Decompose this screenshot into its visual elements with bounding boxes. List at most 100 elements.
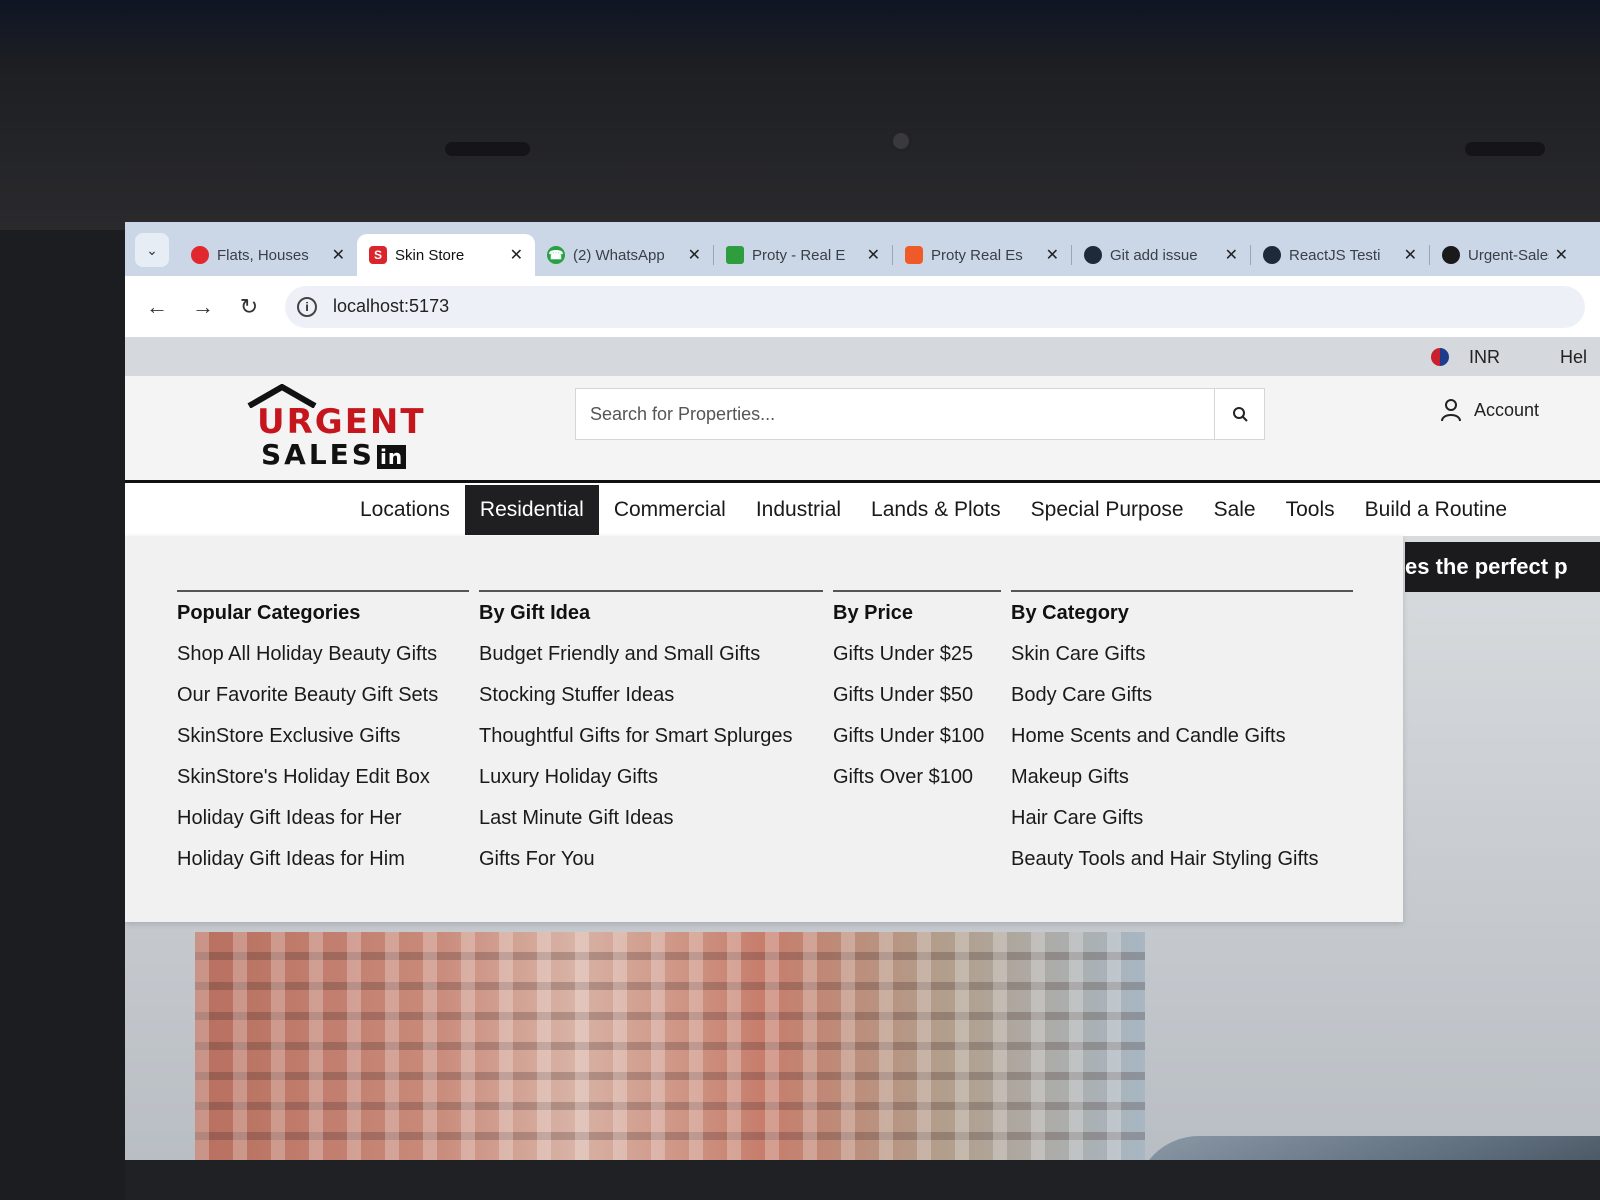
os-taskbar [125,1160,1600,1200]
menu-link[interactable]: Home Scents and Candle Gifts [1011,725,1353,766]
tab-git-add-issue[interactable]: Git add issue ✕ [1072,234,1250,276]
column-heading: By Category [1011,602,1129,624]
nav-locations[interactable]: Locations [345,485,465,535]
menu-link[interactable]: Beauty Tools and Hair Styling Gifts [1011,848,1353,889]
green-square-icon [726,246,744,264]
menu-link[interactable]: Gifts For You [479,848,823,889]
tab-reactjs-testing[interactable]: ReactJS Testi ✕ [1251,234,1429,276]
menu-link[interactable]: Gifts Under $50 [833,684,1001,725]
tab-search-button[interactable]: ⌄ [135,233,169,267]
menu-link[interactable]: Body Care Gifts [1011,684,1353,725]
back-arrow-icon[interactable]: ← [139,294,175,320]
urgent-sales-logo[interactable]: URGENT SALES in [247,384,447,471]
tab-strip: ⌄ Flats, Houses ✕ S Skin Store ✕ ☎ (2) W… [125,222,1600,276]
reload-icon[interactable]: ↻ [231,294,267,320]
close-icon[interactable]: ✕ [1555,245,1568,265]
close-icon[interactable]: ✕ [1404,245,1417,265]
logo-sales: SALES [261,438,375,471]
column-divider [177,590,469,592]
browser-window: ⌄ Flats, Houses ✕ S Skin Store ✕ ☎ (2) W… [125,222,1600,1200]
column-divider [833,590,1001,592]
close-icon[interactable]: ✕ [688,245,701,265]
orange-shield-icon [905,246,923,264]
nav-special-purpose[interactable]: Special Purpose [1016,485,1199,535]
webcam [890,130,912,152]
search-bar: Search for Properties... [575,388,1265,440]
address-bar: ← → ↻ i localhost:5173 [125,276,1600,338]
menu-column-price: By Price Gifts Under $25 Gifts Under $50… [833,590,1001,807]
tab-proty-real[interactable]: Proty - Real E ✕ [714,234,892,276]
menu-link[interactable]: Luxury Holiday Gifts [479,766,823,807]
red-circle-icon [191,246,209,264]
menu-link[interactable]: Gifts Under $100 [833,725,1001,766]
close-icon[interactable]: ✕ [1225,245,1238,265]
column-heading: By Gift Idea [479,602,591,624]
close-icon[interactable]: ✕ [332,245,345,265]
column-heading: Popular Categories [177,602,361,624]
bezel-slot-left [445,142,530,156]
menu-link[interactable]: Our Favorite Beauty Gift Sets [177,684,469,725]
forward-arrow-icon[interactable]: → [185,294,221,320]
tab-proty-real-es[interactable]: Proty Real Es ✕ [893,234,1071,276]
site-header: URGENT SALES in Search for Properties... … [125,376,1600,480]
info-icon[interactable]: i [297,296,317,317]
nav-sale[interactable]: Sale [1199,485,1271,535]
menu-link[interactable]: Thoughtful Gifts for Smart Splurges [479,725,823,766]
menu-link[interactable]: Makeup Gifts [1011,766,1353,807]
nav-industrial[interactable]: Industrial [741,485,856,535]
nav-residential[interactable]: Residential [464,484,599,535]
main-nav: Locations Residential Commercial Industr… [125,480,1600,536]
tab-whatsapp[interactable]: ☎ (2) WhatsApp ✕ [535,234,713,276]
s-logo-icon: S [369,246,387,264]
menu-link[interactable]: SkinStore's Holiday Edit Box [177,766,469,807]
bezel-slot-right [1465,142,1545,156]
utility-bar: INR Hel [125,338,1600,376]
menu-column-popular: Popular Categories Shop All Holiday Beau… [177,590,469,889]
account-label: Account [1474,399,1540,420]
menu-link[interactable]: Hair Care Gifts [1011,807,1353,848]
menu-link[interactable]: Stocking Stuffer Ideas [479,684,823,725]
menu-column-gift-idea: By Gift Idea Budget Friendly and Small G… [479,590,823,889]
dark-circle-icon [1263,246,1281,264]
logo-in-badge: in [376,445,407,469]
menu-link[interactable]: Last Minute Gift Ideas [479,807,823,848]
whatsapp-icon: ☎ [547,246,565,264]
nav-build-routine[interactable]: Build a Routine [1350,485,1522,535]
github-icon [1442,246,1460,264]
hero-banner-text: es the perfect p [1405,542,1600,592]
search-icon [1232,407,1248,422]
nav-lands-plots[interactable]: Lands & Plots [856,485,1016,535]
menu-link[interactable]: Budget Friendly and Small Gifts [479,643,823,684]
close-icon[interactable]: ✕ [510,245,523,265]
menu-link[interactable]: SkinStore Exclusive Gifts [177,725,469,766]
close-icon[interactable]: ✕ [1046,245,1059,265]
menu-link[interactable]: Holiday Gift Ideas for Her [177,807,469,848]
currency-selector[interactable]: INR [1469,347,1500,368]
tab-flats-houses[interactable]: Flats, Houses ✕ [179,234,357,276]
close-icon[interactable]: ✕ [867,245,880,265]
menu-link[interactable]: Gifts Under $25 [833,643,1001,684]
menu-link[interactable]: Gifts Over $100 [833,766,1001,807]
laptop-bezel [0,0,1600,230]
help-link[interactable]: Hel [1560,347,1600,368]
menu-link[interactable]: Skin Care Gifts [1011,643,1353,684]
account-link[interactable]: Account [1440,398,1539,422]
column-divider [479,590,823,592]
nav-tools[interactable]: Tools [1271,485,1350,535]
url-field[interactable]: i localhost:5173 [285,285,1585,328]
tab-urgent-sales[interactable]: Urgent-Sales ✕ [1430,234,1580,276]
menu-link[interactable]: Holiday Gift Ideas for Him [177,848,469,889]
chevron-down-icon: ⌄ [146,241,158,258]
search-button[interactable] [1214,389,1264,439]
column-divider [1011,590,1353,592]
search-input[interactable]: Search for Properties... [576,404,1214,425]
nav-commercial[interactable]: Commercial [599,485,741,535]
tab-skin-store[interactable]: S Skin Store ✕ [357,234,535,276]
column-heading: By Price [833,602,914,624]
menu-link[interactable]: Shop All Holiday Beauty Gifts [177,643,469,684]
menu-column-category: By Category Skin Care Gifts Body Care Gi… [1011,590,1353,889]
user-icon [1441,399,1461,422]
url-text: localhost:5173 [333,296,450,316]
india-flag-icon [1431,348,1449,366]
logo-line2: SALES in [261,438,407,471]
